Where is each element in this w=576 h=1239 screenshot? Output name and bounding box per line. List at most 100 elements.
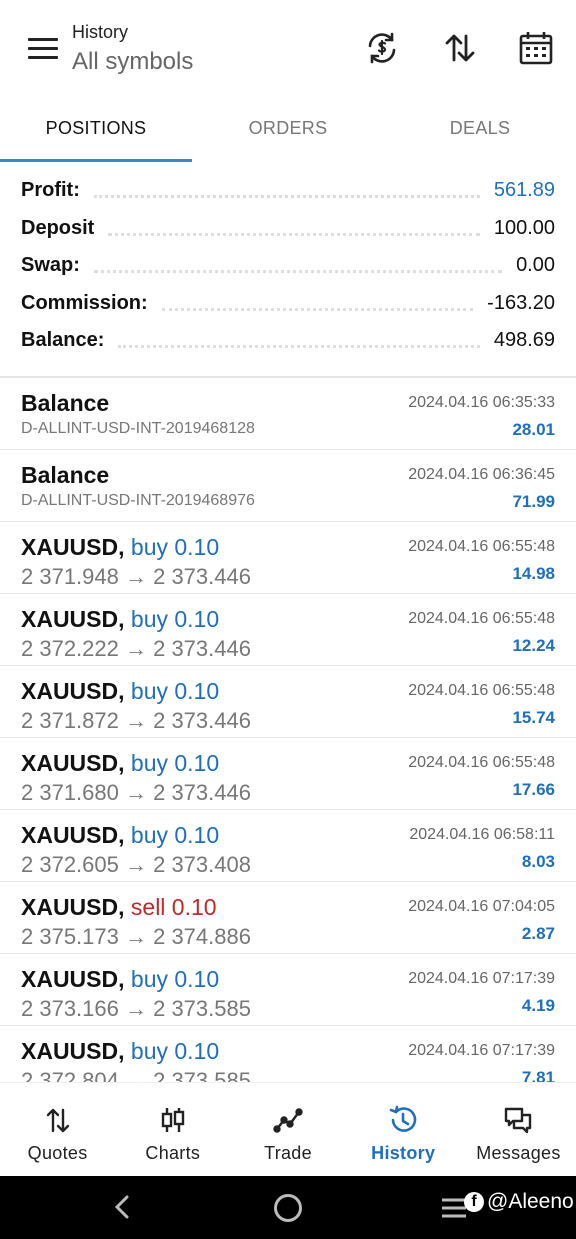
entry-comment: D-ALLINT-USD-INT-2019468976 [21,492,255,509]
list-item[interactable]: XAUUSD, buy 0.10 2 372.222 → 2 373.446 2… [0,594,576,666]
trend-line-icon [273,1108,303,1133]
app-header: History All symbols [0,0,576,100]
trade-symbol: XAUUSD, [21,966,125,992]
summary-value: 100.00 [493,216,555,239]
nav-label: Charts [145,1143,201,1163]
trade-prices: 2 371.872 → 2 373.446 [21,708,251,733]
trade-profit: 15.74 [512,708,555,727]
trade-symbol-line: XAUUSD, buy 0.10 [21,822,219,849]
trade-direction: buy 0.10 [130,822,220,848]
trade-prices: 2 373.166 → 2 373.585 [21,996,251,1021]
trade-symbol: XAUUSD, [21,678,125,704]
list-item[interactable]: XAUUSD, buy 0.10 2 373.166 → 2 373.585 2… [0,954,576,1026]
trade-profit: 8.03 [521,852,555,871]
list-item[interactable]: XAUUSD, buy 0.10 2 371.872 → 2 373.446 2… [0,666,576,738]
active-tab-indicator [0,159,192,162]
watermark-text: @Aleeno [487,1190,574,1213]
dotted-leader [161,307,474,311]
candlestick-icon [161,1108,184,1132]
summary-row-profit: Profit: 561.89 [0,172,576,210]
sort-icon[interactable] [440,28,480,68]
trade-symbol: XAUUSD, [21,750,125,776]
trade-symbol-line: XAUUSD, buy 0.10 [21,606,219,633]
nav-label: Quotes [27,1143,88,1163]
summary-label: Swap: [21,254,80,277]
home-icon[interactable] [274,1194,302,1222]
quotes-arrows-icon [46,1108,69,1133]
tab-deals[interactable]: DEALS [384,100,576,164]
tab-orders[interactable]: ORDERS [192,100,384,164]
history-tabs: POSITIONS ORDERS DEALS [0,100,576,164]
list-item[interactable]: XAUUSD, buy 0.10 2 371.948 → 2 373.446 2… [0,522,576,594]
trade-symbol-line: XAUUSD, buy 0.10 [21,678,219,705]
trade-direction: buy 0.10 [130,1038,220,1064]
trade-direction: buy 0.10 [130,606,220,632]
facebook-icon: f [464,1192,484,1212]
back-icon[interactable] [110,1194,136,1220]
entry-title: Balance [21,462,110,488]
trade-symbol: XAUUSD, [21,1038,125,1064]
nav-quotes[interactable]: Quotes [0,1083,115,1176]
entry-profit: 71.99 [512,492,555,511]
entry-title: Balance [21,390,110,416]
trade-direction: sell 0.10 [130,894,217,920]
summary-row-commission: Commission: -163.20 [0,285,576,323]
summary-label: Balance: [21,329,105,352]
trade-date: 2024.04.16 06:55:48 [408,754,555,771]
list-item[interactable]: XAUUSD, buy 0.10 2 372.605 → 2 373.408 2… [0,810,576,882]
nav-history[interactable]: History [346,1083,461,1176]
dotted-leader [118,345,480,349]
summary-row-balance: Balance: 498.69 [0,322,576,360]
trade-date: 2024.04.16 06:55:48 [408,682,555,699]
dotted-leader [93,195,480,199]
trade-prices: 2 372.605 → 2 373.408 [21,852,251,877]
nav-label: Trade [264,1143,312,1163]
entry-profit: 28.01 [512,420,555,439]
trade-symbol: XAUUSD, [21,822,125,848]
trade-symbol-line: XAUUSD, buy 0.10 [21,1038,219,1065]
trade-direction: buy 0.10 [130,678,220,704]
list-item[interactable]: XAUUSD, buy 0.10 2 371.680 → 2 373.446 2… [0,738,576,810]
dotted-leader [108,232,480,236]
trade-symbol: XAUUSD, [21,894,125,920]
trade-prices: 2 371.680 → 2 373.446 [21,780,251,805]
tab-positions[interactable]: POSITIONS [0,100,192,164]
trade-profit: 14.98 [512,564,555,583]
trade-profit: 12.24 [512,636,555,655]
chat-bubbles-icon [505,1107,532,1134]
trade-date: 2024.04.16 06:55:48 [408,538,555,555]
trade-symbol-line: XAUUSD, buy 0.10 [21,750,219,777]
summary-row-swap: Swap: 0.00 [0,247,576,285]
watermark: f @Aleeno [464,1190,574,1214]
summary-row-deposit: Deposit 100.00 [0,210,576,248]
list-item[interactable]: XAUUSD, sell 0.10 2 375.173 → 2 374.886 … [0,882,576,954]
trade-profit: 17.66 [512,780,555,799]
list-item[interactable]: Balance D-ALLINT-USD-INT-2019468976 2024… [0,450,576,522]
summary-label: Profit: [21,179,80,202]
summary-value: 561.89 [493,179,555,202]
list-item[interactable]: Balance D-ALLINT-USD-INT-2019468128 2024… [0,378,576,450]
trade-direction: buy 0.10 [130,534,220,560]
nav-label: History [371,1143,436,1163]
currency-exchange-icon[interactable] [362,28,402,68]
trade-date: 2024.04.16 06:58:11 [409,826,555,843]
trade-date: 2024.04.16 07:04:05 [408,898,555,915]
trade-symbol: XAUUSD, [21,534,125,560]
trade-symbol-line: XAUUSD, sell 0.10 [21,894,217,921]
nav-messages[interactable]: Messages [461,1083,576,1176]
account-summary: Profit: 561.89 Deposit 100.00 Swap: 0.00… [0,172,576,360]
nav-trade[interactable]: Trade [230,1083,345,1176]
header-title: History [72,22,129,42]
entry-comment: D-ALLINT-USD-INT-2019468128 [21,420,255,437]
trade-date: 2024.04.16 07:17:39 [408,970,555,987]
trade-symbol-line: XAUUSD, buy 0.10 [21,534,219,561]
history-list: Balance D-ALLINT-USD-INT-2019468128 2024… [0,378,576,1098]
trade-profit: 2.87 [521,924,555,943]
menu-icon[interactable] [28,38,58,62]
bottom-navigation: Quotes Charts Trade History Messages [0,1082,576,1176]
trade-prices: 2 371.948 → 2 373.446 [21,564,251,589]
symbol-filter[interactable]: All symbols [72,48,193,76]
nav-charts[interactable]: Charts [115,1083,230,1176]
calendar-icon[interactable] [516,28,556,68]
summary-value: -163.20 [487,291,555,314]
